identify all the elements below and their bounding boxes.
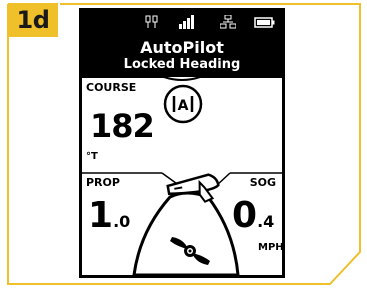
course-unit: °T [86, 151, 98, 162]
device-screen: AutoPilot Locked Heading A COURSE 182 °T… [79, 8, 285, 278]
sog-label: SOG [249, 176, 276, 189]
prop-label: PROP [86, 176, 120, 189]
course-label: COURSE [86, 81, 137, 94]
lock-symbol: A [178, 98, 189, 114]
course-value: 182 [90, 107, 155, 145]
sog-value-dec: .4 [257, 212, 275, 231]
prop-value-int: 1 [88, 195, 114, 236]
prop-value: 1.0 [88, 195, 130, 236]
figure-badge: 1d [8, 3, 58, 37]
sog-unit: MPH [258, 242, 284, 253]
lock-heading-icon[interactable]: A [162, 83, 204, 125]
propulsion-graphic [132, 173, 240, 277]
